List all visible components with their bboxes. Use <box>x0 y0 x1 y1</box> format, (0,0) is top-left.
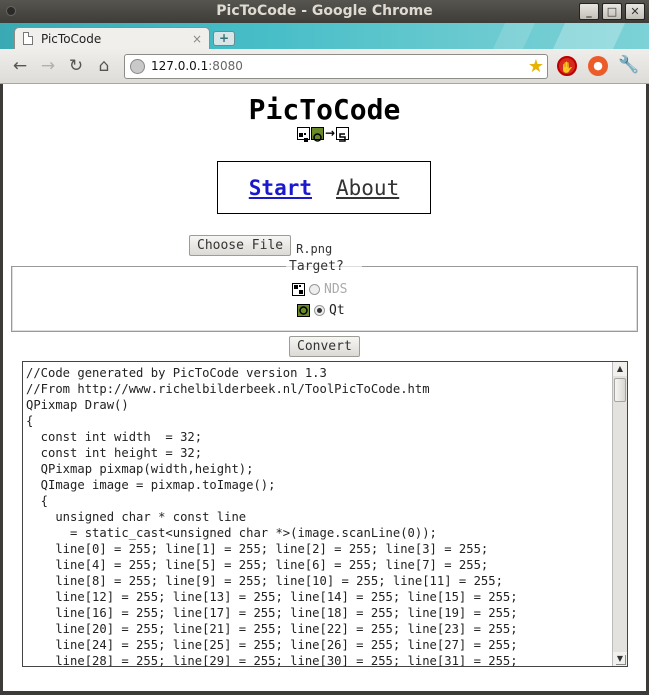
qt-radio[interactable] <box>314 305 325 316</box>
about-link[interactable]: About <box>336 176 399 200</box>
window-controls: _ □ ✕ <box>579 3 645 20</box>
code-line: line[24] = 255; line[25] = 255; line[26]… <box>26 638 518 652</box>
convert-row: Convert <box>289 335 360 357</box>
address-bar[interactable]: 127.0.0.1:8080 ★ <box>124 54 548 79</box>
arrow-icon: → <box>325 126 336 140</box>
target-fieldset <box>11 266 638 332</box>
target-option-qt[interactable]: Qt <box>297 303 345 318</box>
code-line: { <box>26 494 49 508</box>
code-line: { <box>26 414 34 428</box>
minimize-button[interactable]: _ <box>579 3 599 20</box>
star-icon[interactable]: ★ <box>528 55 544 78</box>
qt-icon <box>311 127 324 142</box>
tab-close-icon[interactable]: × <box>189 32 205 46</box>
url-host: 127.0.0.1 <box>151 59 209 73</box>
code-line: //Code generated by PicToCode version 1.… <box>26 366 327 380</box>
s-icon <box>336 127 350 142</box>
choose-file-button[interactable]: Choose File <box>189 235 292 256</box>
browser-toolbar: ← → ↻ ⌂ 127.0.0.1:8080 ★ ✋ ● 🔧 <box>0 49 649 84</box>
code-line: QPixmap Draw() <box>26 398 129 412</box>
qt-icon <box>297 304 310 317</box>
code-line: line[16] = 255; line[17] = 255; line[18]… <box>26 606 518 620</box>
code-line: const int height = 32; <box>26 446 203 460</box>
qt-label: Qt <box>329 303 345 318</box>
page-content: PicToCode → Start About Choose File R.pn… <box>3 84 646 691</box>
logo: → <box>297 126 350 142</box>
nds-label: NDS <box>324 282 348 297</box>
code-line: line[12] = 255; line[13] = 255; line[14]… <box>26 590 518 604</box>
tab-pictocode[interactable]: PicToCode × <box>14 27 210 49</box>
new-tab-button[interactable]: + <box>213 31 235 46</box>
code-line: line[28] = 255; line[29] = 255; line[30]… <box>26 654 518 667</box>
code-line: unsigned char * const line <box>26 510 247 524</box>
maximize-button[interactable]: □ <box>602 3 622 20</box>
adblock-icon[interactable]: ✋ <box>557 56 577 76</box>
code-line: line[4] = 255; line[5] = 255; line[6] = … <box>26 558 489 572</box>
url-port: :8080 <box>208 59 243 73</box>
main-nav: Start About <box>217 161 431 214</box>
convert-button[interactable]: Convert <box>289 336 360 357</box>
page-title: PicToCode <box>248 93 401 126</box>
reload-icon[interactable]: ↻ <box>66 56 86 76</box>
code-line: line[0] = 255; line[1] = 255; line[2] = … <box>26 542 489 556</box>
window-title: PicToCode - Google Chrome <box>216 3 433 19</box>
code-line: line[8] = 255; line[9] = 255; line[10] =… <box>26 574 503 588</box>
nds-pixel-icon <box>297 127 310 142</box>
window-menu-icon[interactable] <box>6 6 16 16</box>
file-name: R.png <box>296 241 333 256</box>
file-chooser: Choose File R.png <box>189 235 332 256</box>
code-line: const int width = 32; <box>26 430 203 444</box>
nds-pixel-icon <box>292 283 305 296</box>
scrollbar[interactable]: ▲ ▼ <box>612 362 627 666</box>
code-line: QImage image = pixmap.toImage(); <box>26 478 276 492</box>
home-icon[interactable]: ⌂ <box>94 56 114 76</box>
extension-icon[interactable]: ● <box>588 56 608 76</box>
back-icon[interactable]: ← <box>10 56 30 76</box>
forward-icon[interactable]: → <box>38 56 58 76</box>
code-line: //From http://www.richelbilderbeek.nl/To… <box>26 382 430 396</box>
scroll-thumb[interactable] <box>614 378 626 402</box>
page-icon <box>23 32 33 45</box>
window-titlebar: PicToCode - Google Chrome _ □ ✕ <box>0 0 649 23</box>
code-line: line[20] = 255; line[21] = 255; line[22]… <box>26 622 518 636</box>
scroll-up-icon[interactable]: ▲ <box>613 362 627 376</box>
tab-title: PicToCode <box>41 31 102 46</box>
code-line: = static_cast<unsigned char *>(image.sca… <box>26 526 437 540</box>
code-output: //Code generated by PicToCode version 1.… <box>26 365 611 667</box>
nds-radio[interactable] <box>309 284 320 295</box>
tab-strip: PicToCode × + <box>0 23 649 49</box>
code-line: QPixmap pixmap(width,height); <box>26 462 254 476</box>
target-option-nds[interactable]: NDS <box>292 282 347 297</box>
code-output-textarea[interactable]: //Code generated by PicToCode version 1.… <box>22 361 628 667</box>
target-legend: Target? <box>289 259 344 274</box>
start-link[interactable]: Start <box>249 176 312 200</box>
close-window-button[interactable]: ✕ <box>625 3 645 20</box>
globe-icon <box>130 59 145 74</box>
resize-grip-icon[interactable] <box>616 655 626 665</box>
wrench-icon[interactable]: 🔧 <box>618 55 639 75</box>
